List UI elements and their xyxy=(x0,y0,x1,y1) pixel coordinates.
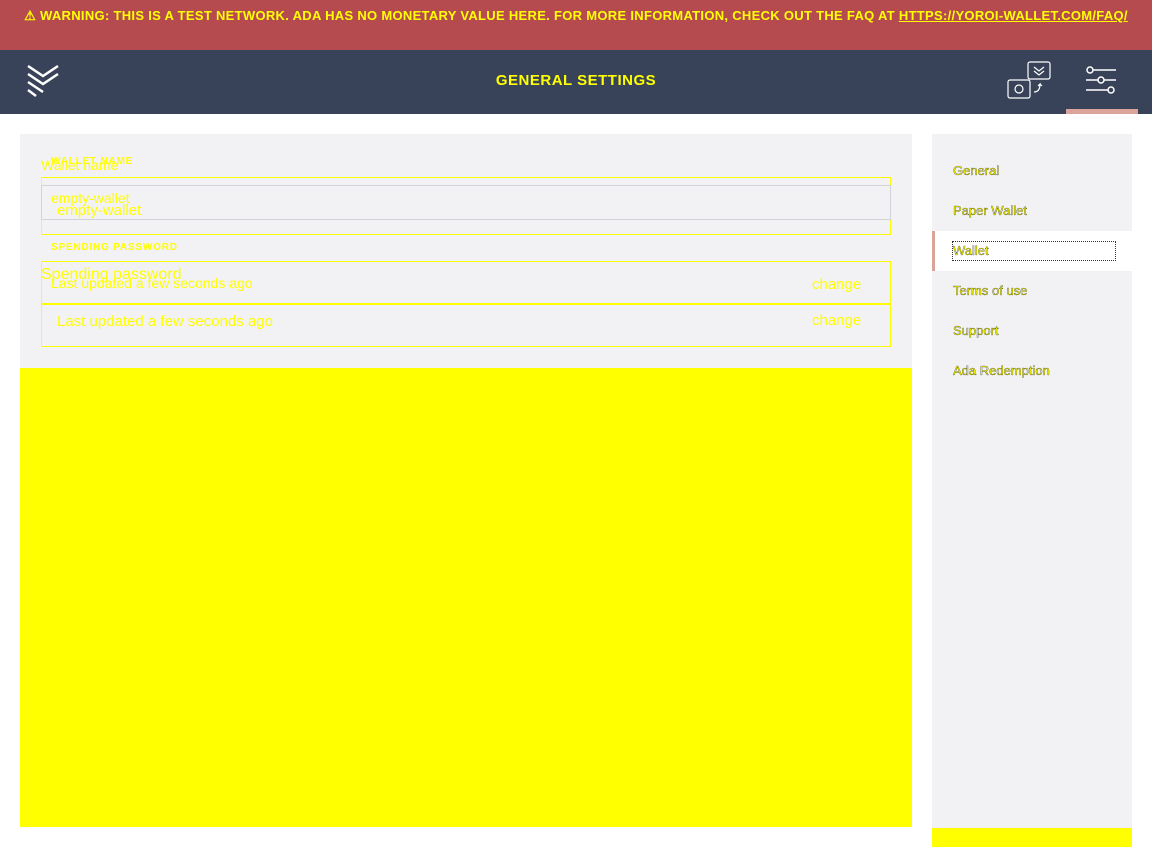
spending-password-label: SPENDING PASSWORD xyxy=(51,242,178,253)
wallet-settings-panel: WALLET NAME Wallet name empty-wallet emp… xyxy=(20,134,912,368)
sidebar-item-label: Wallet xyxy=(952,241,1116,261)
transfer-wallet-icon[interactable] xyxy=(1006,60,1054,102)
sidebar-item-terms-of-use[interactable]: Terms of use xyxy=(932,271,1132,311)
warning-icon: ⚠ xyxy=(24,8,37,23)
sidebar-item-general[interactable]: General xyxy=(932,151,1132,191)
sidebar-item-label: General xyxy=(953,163,1000,178)
warning-text: WARNING: THIS IS A TEST NETWORK. ADA HAS… xyxy=(40,8,899,23)
wallet-name-label-alt: Wallet name xyxy=(41,157,119,173)
testnet-warning-banner: ⚠ WARNING: THIS IS A TEST NETWORK. ADA H… xyxy=(0,0,1152,50)
sidebar-item-label: Terms of use xyxy=(953,283,1028,298)
page-title: GENERAL SETTINGS xyxy=(495,72,657,89)
settings-sidebar: General Paper Wallet Wallet Terms of use… xyxy=(932,134,1132,828)
sidebar-item-label: Support xyxy=(953,323,999,338)
change-password-link-alt[interactable]: change xyxy=(812,312,861,329)
active-tab-indicator xyxy=(1066,109,1138,114)
password-status: Last updated a few seconds ago xyxy=(51,275,253,291)
faq-link[interactable]: HTTPS://YOROI-WALLET.COM/FAQ/ xyxy=(899,8,1128,23)
overlay-region-sidebar xyxy=(932,828,1132,847)
sidebar-item-label: Paper Wallet xyxy=(953,203,1027,218)
overlay-region xyxy=(20,368,912,827)
password-status-alt: Last updated a few seconds ago xyxy=(57,313,273,330)
change-password-link[interactable]: change xyxy=(812,276,861,293)
sidebar-item-support[interactable]: Support xyxy=(932,311,1132,351)
wallet-name-value-alt: empty-wallet xyxy=(57,202,142,219)
sidebar-item-label: Ada Redemption xyxy=(953,363,1050,378)
sliders-icon xyxy=(1086,66,1116,94)
sidebar-item-paper-wallet[interactable]: Paper Wallet xyxy=(932,191,1132,231)
sidebar-item-wallet[interactable]: Wallet xyxy=(932,231,1132,271)
sidebar-item-ada-redemption[interactable]: Ada Redemption xyxy=(932,351,1132,391)
wallet-name-input[interactable] xyxy=(41,185,891,220)
top-bar: GENERAL SETTINGS xyxy=(0,50,1152,114)
settings-button[interactable] xyxy=(1066,50,1138,114)
